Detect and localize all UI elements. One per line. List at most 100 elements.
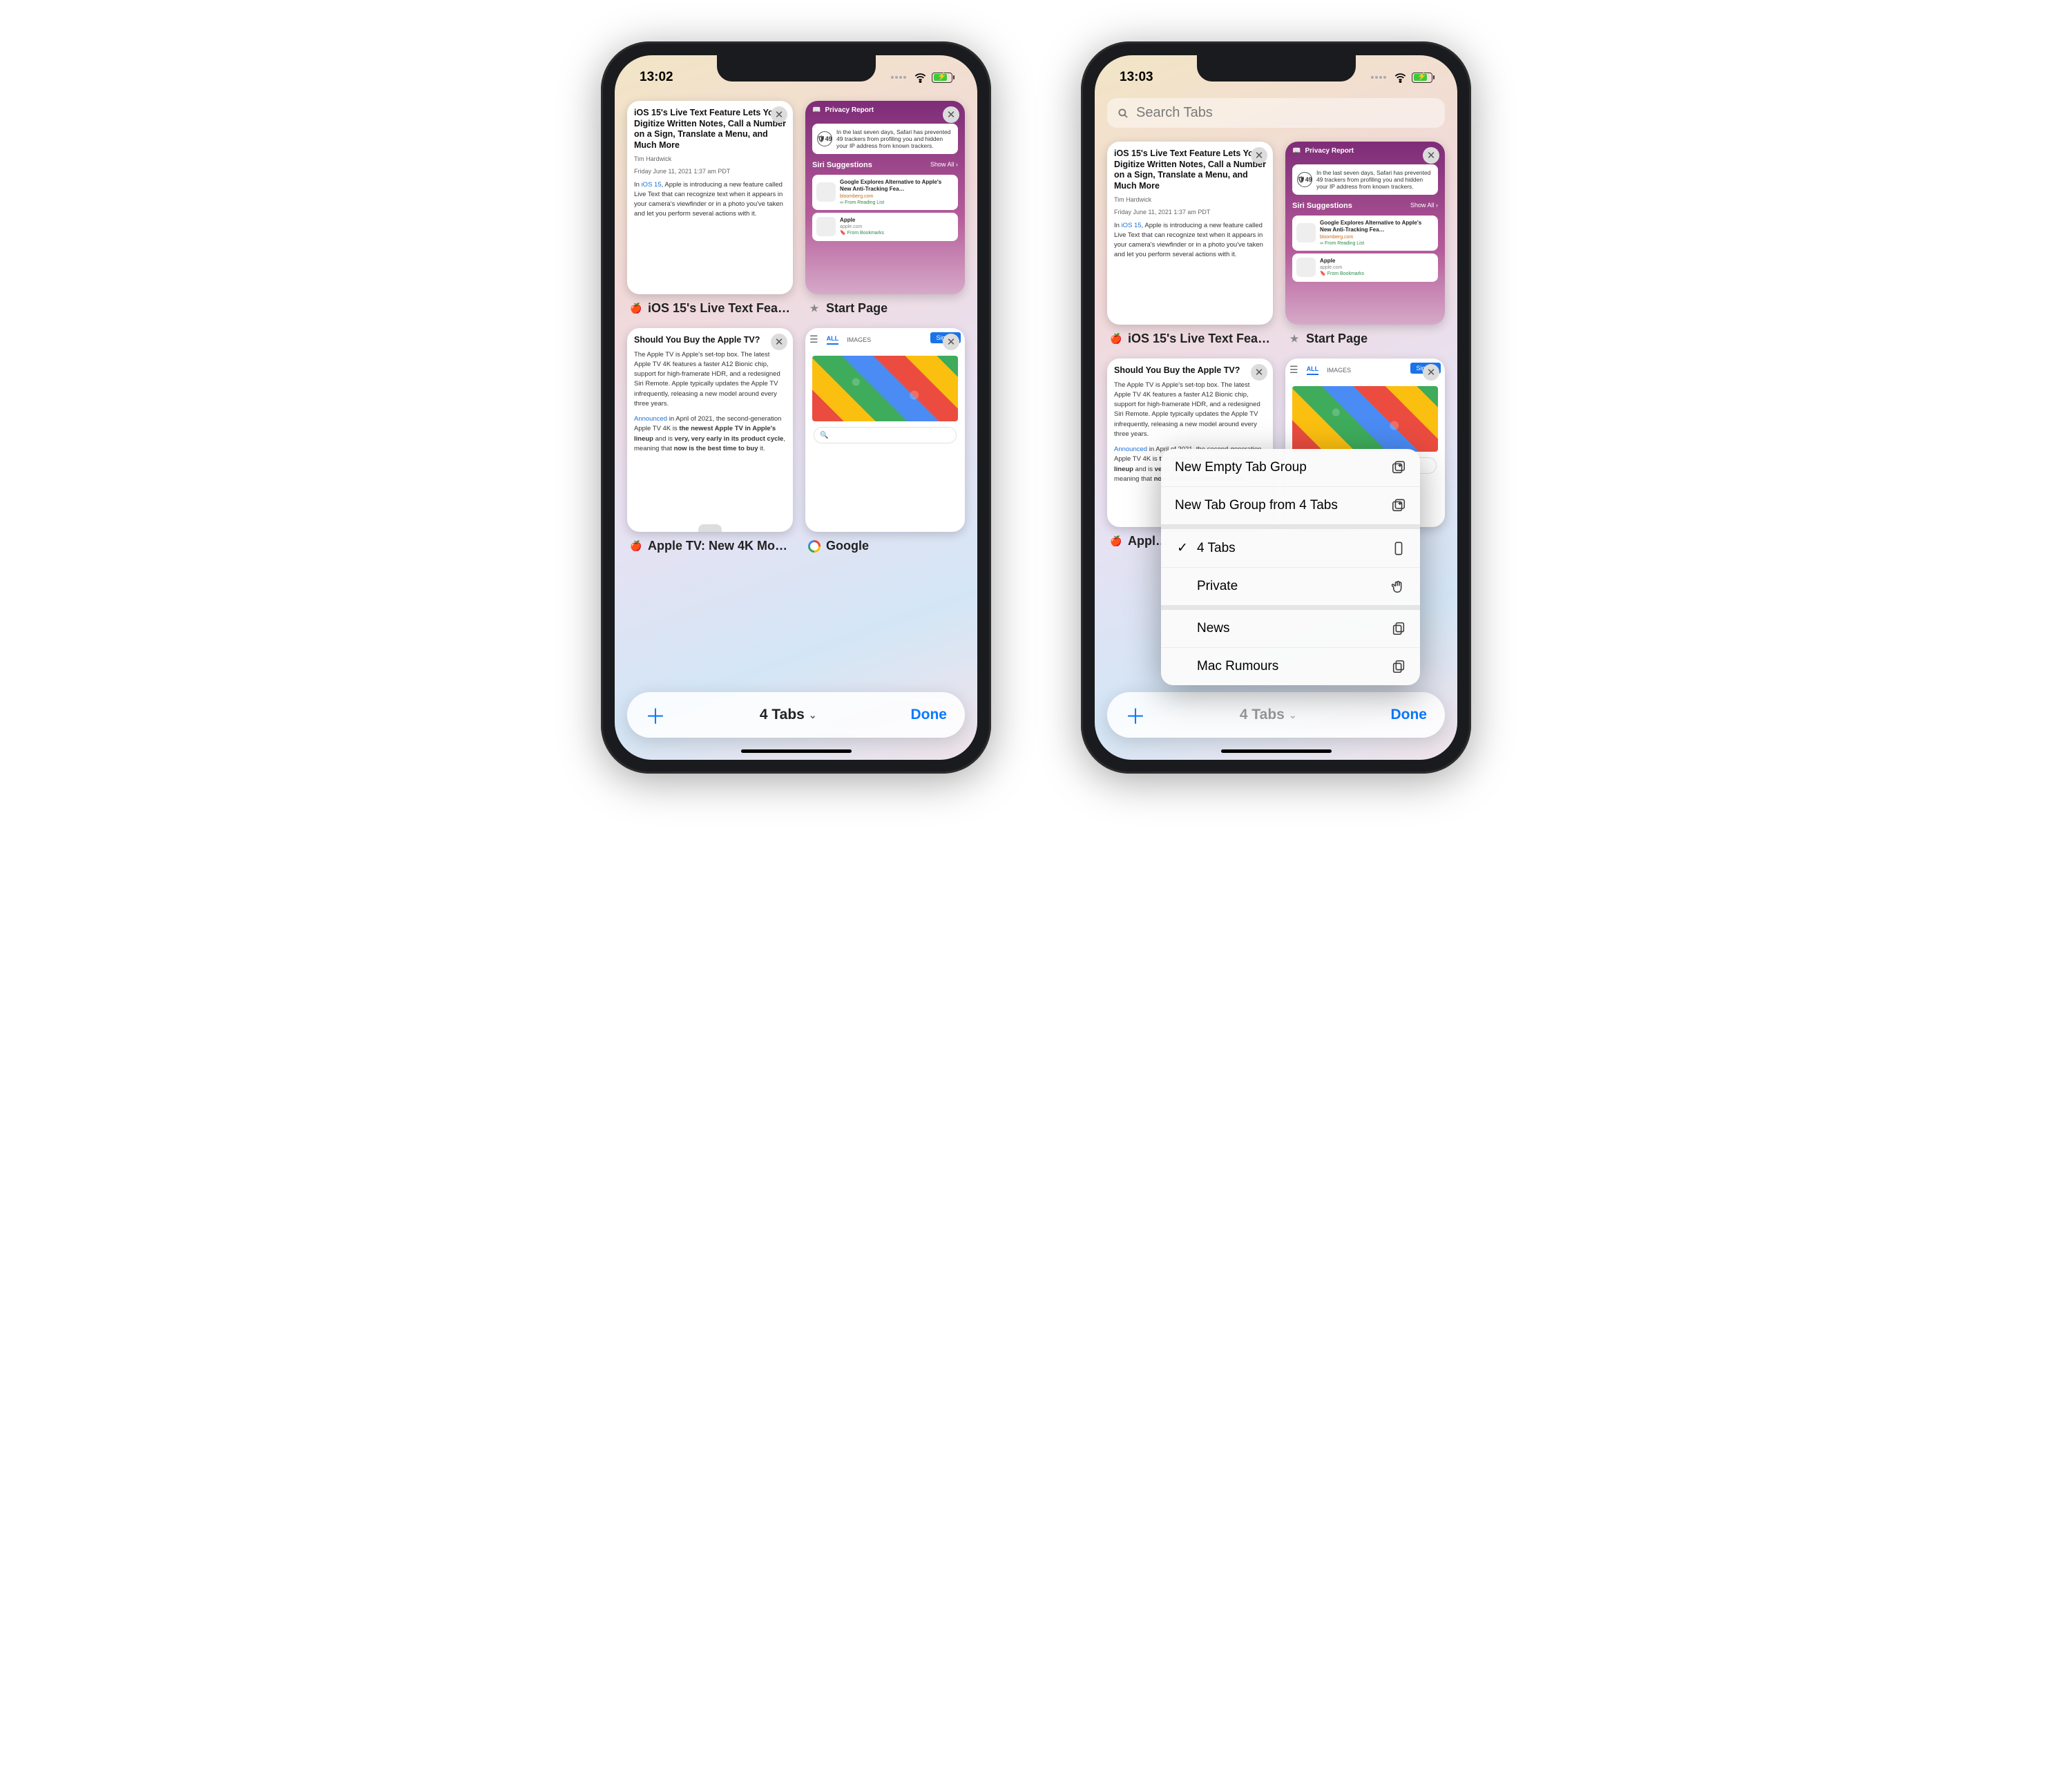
google-tab-images: IMAGES <box>847 336 871 343</box>
close-tab-button[interactable]: ✕ <box>771 334 787 350</box>
article-title: iOS 15's Live Text Feature Lets You Digi… <box>1114 149 1266 192</box>
new-tab-button[interactable]: ＋ <box>645 700 666 730</box>
menu-item-tab-group-mac-rumours[interactable]: Mac Rumours <box>1161 648 1420 685</box>
tab-overview-bottom-bar: ＋ 4 Tabs⌄ Done <box>1107 692 1445 738</box>
tab-label: Google <box>805 532 965 553</box>
done-button[interactable]: Done <box>910 707 947 723</box>
privacy-report-card: 🛡49 In the last seven days, Safari has p… <box>1292 164 1438 195</box>
tab-grid: ✕ iOS 15's Live Text Feature Lets You Di… <box>615 94 977 560</box>
battery-icon: ⚡ <box>932 73 952 83</box>
tab-label: 🍎 iOS 15's Live Text Fea… <box>627 294 793 316</box>
tab-group-copy-icon <box>1391 659 1406 674</box>
article-date: Friday June 11, 2021 1:37 am PDT <box>634 168 786 175</box>
tab-thumbnail[interactable]: ✕ iOS 15's Live Text Feature Lets You Di… <box>627 101 793 294</box>
macrumors-favicon-icon: 🍎 <box>630 540 642 553</box>
close-tab-button[interactable]: ✕ <box>1251 364 1267 381</box>
tab-card-start-page[interactable]: ✕ 📖 Privacy Report › 🛡49 In the last sev… <box>805 101 965 316</box>
scroll-indicator <box>698 524 722 532</box>
home-indicator[interactable] <box>741 749 852 753</box>
hamburger-icon: ☰ <box>809 334 818 345</box>
tab-group-menu: New Empty Tab Group New Tab Group from 4… <box>1161 449 1420 685</box>
close-tab-button[interactable]: ✕ <box>1423 364 1439 381</box>
chevron-down-icon: ⌄ <box>809 709 817 721</box>
recording-dots-icon <box>1371 76 1386 79</box>
article-author: Tim Hardwick <box>634 155 786 162</box>
google-doodle <box>812 356 958 421</box>
ios15-link: iOS 15 <box>642 181 662 189</box>
tab-card-apple-tv[interactable]: ✕ Should You Buy the Apple TV? The Apple… <box>627 328 793 553</box>
google-doodle <box>1292 386 1438 452</box>
close-tab-button[interactable]: ✕ <box>943 106 959 123</box>
siri-suggestion-item: Google Explores Alternative to Apple's N… <box>812 175 958 210</box>
announced-link: Announced <box>634 415 667 423</box>
new-tab-group-icon <box>1391 460 1406 475</box>
notch <box>1197 55 1356 82</box>
status-time: 13:02 <box>640 70 673 85</box>
tab-card-google[interactable]: ✕ ☰ ALL IMAGES ⠿ Sign in 🔍 Google <box>805 328 965 553</box>
siri-suggestions-title: Siri Suggestions <box>812 161 872 169</box>
google-favicon-icon <box>808 540 821 553</box>
macrumors-favicon-icon: 🍎 <box>1110 535 1122 548</box>
menu-item-new-tab-group-from-tabs[interactable]: New Tab Group from 4 Tabs <box>1161 487 1420 529</box>
tab-card-ios15-livetext[interactable]: ✕ iOS 15's Live Text Feature Lets You Di… <box>1107 142 1273 346</box>
iphone-device-left: 13:02 ⚡ ✕ iOS 15's Live Text Feature Let… <box>601 41 991 774</box>
screen-left: 13:02 ⚡ ✕ iOS 15's Live Text Feature Let… <box>615 55 977 760</box>
close-tab-button[interactable]: ✕ <box>943 334 959 350</box>
tab-thumbnail[interactable]: ✕ ☰ ALL IMAGES ⠿ Sign in 🔍 <box>805 328 965 532</box>
search-placeholder: Search Tabs <box>1136 105 1213 121</box>
close-tab-button[interactable]: ✕ <box>1423 147 1439 164</box>
done-button[interactable]: Done <box>1390 707 1427 723</box>
siri-suggestion-item: Apple apple.com 🔖 From Bookmarks <box>812 213 958 241</box>
tab-card-ios15-livetext[interactable]: ✕ iOS 15's Live Text Feature Lets You Di… <box>627 101 793 316</box>
close-tab-button[interactable]: ✕ <box>771 106 787 123</box>
phone-icon <box>1391 541 1406 556</box>
menu-item-private[interactable]: Private <box>1161 568 1420 610</box>
tab-group-selector[interactable]: 4 Tabs⌄ <box>1240 707 1297 723</box>
battery-icon: ⚡ <box>1412 73 1432 83</box>
tab-thumbnail[interactable]: ✕ iOS 15's Live Text Feature Lets You Di… <box>1107 142 1273 325</box>
article-body: In iOS 15, Apple is introducing a new fe… <box>634 180 786 220</box>
macrumors-favicon-icon: 🍎 <box>1110 333 1122 345</box>
checkmark-icon: ✓ <box>1175 540 1190 556</box>
star-icon: ★ <box>1288 333 1301 345</box>
close-tab-button[interactable]: ✕ <box>1251 147 1267 164</box>
tab-label: 🍎 Apple TV: New 4K Mo… <box>627 532 793 553</box>
wifi-icon <box>914 71 927 84</box>
google-tab-all: ALL <box>827 335 839 345</box>
article-date: Friday June 11, 2021 1:37 am PDT <box>1114 209 1266 216</box>
new-tab-group-icon <box>1391 498 1406 513</box>
menu-item-4-tabs[interactable]: ✓ 4 Tabs <box>1161 529 1420 568</box>
status-icons: ⚡ <box>1371 71 1432 84</box>
tab-thumbnail[interactable]: ✕ Should You Buy the Apple TV? The Apple… <box>627 328 793 532</box>
article-body: In iOS 15, Apple is introducing a new fe… <box>1114 221 1266 260</box>
menu-item-new-empty-tab-group[interactable]: New Empty Tab Group <box>1161 449 1420 487</box>
tab-thumbnail[interactable]: ✕ 📖 Privacy Report › 🛡49 In the last sev… <box>1285 142 1445 325</box>
tab-card-start-page[interactable]: ✕ 📖 Privacy Report › 🛡49 In the last sev… <box>1285 142 1445 346</box>
hand-icon <box>1391 579 1406 594</box>
macrumors-favicon-icon: 🍎 <box>630 303 642 315</box>
wifi-icon <box>1394 71 1407 84</box>
status-icons: ⚡ <box>891 71 952 84</box>
tab-group-copy-icon <box>1391 621 1406 636</box>
tab-thumbnail[interactable]: ✕ 📖 Privacy Report › 🛡49 In the last sev… <box>805 101 965 294</box>
google-search-field: 🔍 <box>814 427 957 443</box>
tab-overview-bottom-bar: ＋ 4 Tabs⌄ Done <box>627 692 965 738</box>
home-indicator[interactable] <box>1221 749 1332 753</box>
tab-group-selector[interactable]: 4 Tabs⌄ <box>760 707 817 723</box>
tab-label: ★ Start Page <box>1285 325 1445 346</box>
article-author: Tim Hardwick <box>1114 196 1266 203</box>
tracker-count: 🛡49 <box>817 131 832 146</box>
tab-label: ★ Start Page <box>805 294 965 316</box>
recording-dots-icon <box>891 76 906 79</box>
screen-right: 13:03 ⚡ Search Tabs ✕ iOS 15's Live Text… <box>1095 55 1457 760</box>
new-tab-button[interactable]: ＋ <box>1125 700 1146 730</box>
tab-label: 🍎 iOS 15's Live Text Fea… <box>1107 325 1273 346</box>
privacy-report-card: 🛡49 In the last seven days, Safari has p… <box>812 124 958 154</box>
search-tabs-input[interactable]: Search Tabs <box>1107 98 1445 128</box>
article-title: iOS 15's Live Text Feature Lets You Digi… <box>634 108 786 151</box>
privacy-report-title: Privacy Report <box>825 106 874 114</box>
chevron-down-icon: ⌄ <box>1289 709 1297 721</box>
notch <box>717 55 876 82</box>
menu-item-tab-group-news[interactable]: News <box>1161 610 1420 648</box>
hamburger-icon: ☰ <box>1289 364 1298 376</box>
